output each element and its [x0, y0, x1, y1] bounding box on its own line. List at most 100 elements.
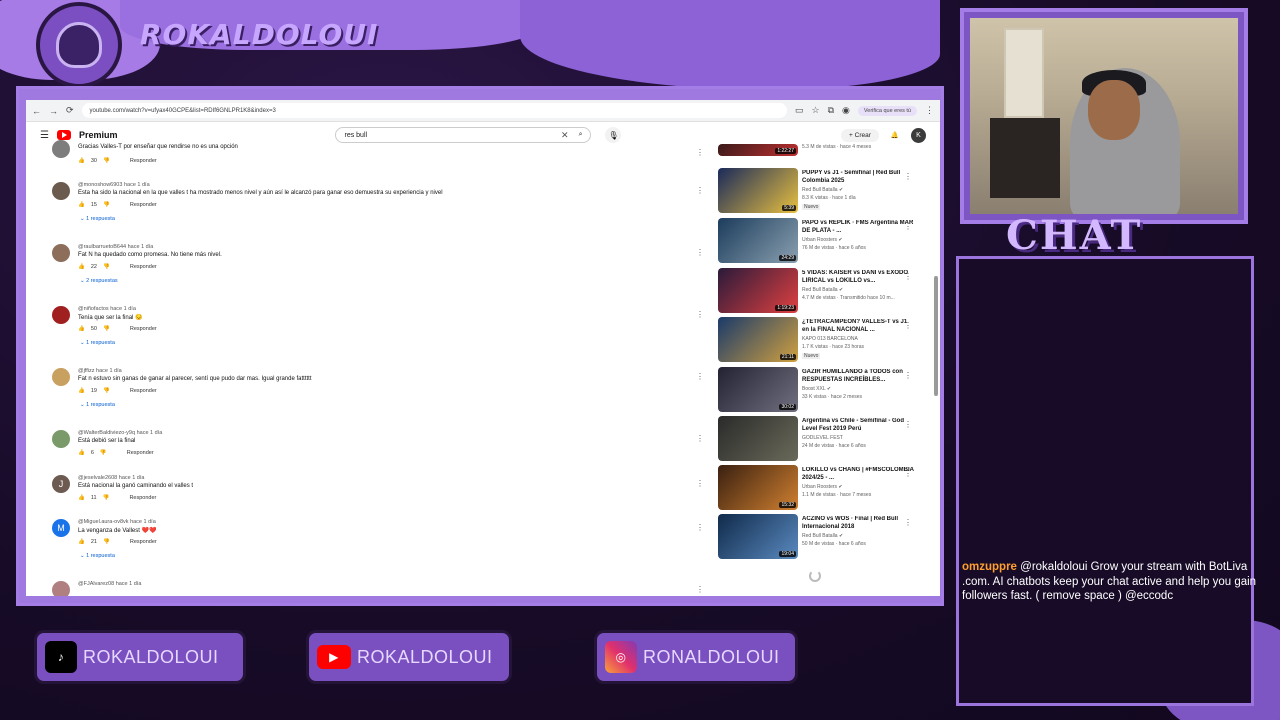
channel-name[interactable]: Red Bull Batalla ✔: [802, 533, 843, 539]
like-icon[interactable]: 👍: [78, 495, 85, 501]
video-more-icon[interactable]: ⋮: [904, 321, 912, 330]
reply-button[interactable]: Responder: [130, 264, 157, 270]
video-title[interactable]: 5 VIDAS: KAISER vs DANI vs EXODO LIRICAL…: [802, 270, 914, 285]
comment-author[interactable]: @WalterBaldiviezo-y9q hace 1 día: [78, 430, 162, 436]
menu-icon[interactable]: ☰: [40, 130, 49, 141]
back-icon[interactable]: ←: [32, 106, 41, 116]
video-thumbnail[interactable]: 19:04: [718, 514, 798, 559]
like-icon[interactable]: 👍: [78, 202, 85, 208]
account-avatar[interactable]: K: [911, 127, 926, 143]
channel-name[interactable]: GODLEVEL FEST: [802, 435, 843, 441]
avatar[interactable]: [52, 244, 70, 262]
like-icon[interactable]: 👍: [78, 450, 85, 456]
channel-name[interactable]: Red Bull Batalla ✔: [802, 287, 843, 293]
video-thumbnail[interactable]: 5:39: [718, 168, 798, 213]
dislike-icon[interactable]: 👎: [103, 264, 110, 270]
video-more-icon[interactable]: ⋮: [904, 469, 912, 478]
verify-badge[interactable]: Verifica que eres tú: [857, 105, 917, 116]
recommended-video[interactable]: 24:29 PAPO vs REPLIK · FMS Argentina MAR …: [718, 218, 928, 264]
video-more-icon[interactable]: ⋮: [904, 518, 912, 527]
comment-more-icon[interactable]: ⋮: [696, 372, 704, 381]
view-replies-button[interactable]: ⌄ 2 respuestas: [80, 278, 118, 284]
channel-name[interactable]: Red Bull Batalla ✔: [802, 187, 843, 193]
recommended-video[interactable]: 1:22:27 5.3 M de vistas · hace 4 meses: [718, 144, 928, 158]
cast-icon[interactable]: ▭: [795, 105, 804, 116]
view-replies-button[interactable]: ⌄ 1 respuesta: [80, 340, 115, 346]
video-title[interactable]: LOKILLO vs CHANG | #FMSCOLOMBIA 2024/25 …: [802, 467, 914, 482]
dislike-icon[interactable]: 👎: [103, 158, 110, 164]
video-title[interactable]: GAZIR HUMILLANDO a TODOS con RESPUESTAS …: [802, 369, 914, 384]
comment-more-icon[interactable]: ⋮: [696, 248, 704, 257]
reload-icon[interactable]: ⟳: [66, 105, 74, 116]
comment-more-icon[interactable]: ⋮: [696, 585, 704, 594]
recommended-video[interactable]: 21:11 ¿TETRACAMPEÓN? VALLES-T vs J1 en la…: [718, 317, 928, 363]
dislike-icon[interactable]: 👎: [103, 388, 110, 394]
comment-author[interactable]: @niñofactos hace 1 día: [78, 306, 136, 312]
view-replies-button[interactable]: ⌄ 1 respuesta: [80, 216, 115, 222]
reply-button[interactable]: Responder: [130, 539, 157, 545]
video-more-icon[interactable]: ⋮: [904, 222, 912, 231]
extensions-icon[interactable]: ⧉: [828, 105, 834, 116]
reply-button[interactable]: Responder: [129, 495, 156, 501]
comment-author[interactable]: @FJAlvarez08 hace 1 día: [78, 581, 141, 587]
video-thumbnail[interactable]: 30:02: [718, 367, 798, 412]
comment-more-icon[interactable]: ⋮: [696, 434, 704, 443]
like-icon[interactable]: 👍: [78, 388, 85, 394]
video-thumbnail[interactable]: 15:32: [718, 465, 798, 510]
reply-button[interactable]: Responder: [127, 450, 154, 456]
dislike-icon[interactable]: 👎: [103, 202, 110, 208]
youtube-premium-label[interactable]: Premium: [79, 130, 118, 140]
comment-more-icon[interactable]: ⋮: [696, 186, 704, 195]
recommended-video[interactable]: Argentina vs Chile - Semifinal - God Lev…: [718, 416, 928, 462]
comment-author[interactable]: @raulbarruetoB644 hace 1 día: [78, 244, 153, 250]
recommended-video[interactable]: 15:32 LOKILLO vs CHANG | #FMSCOLOMBIA 202…: [718, 465, 928, 511]
forward-icon[interactable]: →: [49, 106, 58, 116]
like-icon[interactable]: 👍: [78, 326, 85, 332]
video-thumbnail[interactable]: 21:11: [718, 317, 798, 362]
recommended-video[interactable]: 1:19:23 5 VIDAS: KAISER vs DANI vs EXODO …: [718, 268, 928, 314]
like-icon[interactable]: 👍: [78, 158, 85, 164]
like-icon[interactable]: 👍: [78, 539, 85, 545]
youtube-logo-icon[interactable]: [56, 130, 71, 140]
video-thumbnail[interactable]: 1:19:23: [718, 268, 798, 313]
mic-icon[interactable]: 🎙: [605, 127, 622, 143]
video-more-icon[interactable]: ⋮: [904, 420, 912, 429]
comment-author[interactable]: @jeselvale2608 hace 1 día: [78, 475, 144, 481]
recommended-video[interactable]: 5:39 PUPPY vs J1 - Semifinal | Red Bull C…: [718, 168, 928, 214]
comment-author[interactable]: @jffizz hace 1 día: [78, 368, 122, 374]
avatar[interactable]: [52, 581, 70, 596]
dislike-icon[interactable]: 👎: [103, 539, 110, 545]
create-button[interactable]: + Crear: [841, 128, 879, 142]
reply-button[interactable]: Responder: [130, 158, 157, 164]
browser-menu-icon[interactable]: ⋮: [925, 105, 934, 116]
channel-name[interactable]: KAPO 013 BARCELONA: [802, 336, 858, 342]
avatar[interactable]: J: [52, 475, 70, 493]
video-title[interactable]: Argentina vs Chile - Semifinal - God Lev…: [802, 418, 914, 433]
channel-name[interactable]: Urban Roosters ✔: [802, 237, 843, 243]
video-thumbnail[interactable]: 1:22:27: [718, 144, 798, 156]
bookmark-star-icon[interactable]: ☆: [812, 105, 820, 116]
avatar[interactable]: M: [52, 519, 70, 537]
channel-name[interactable]: Urban Roosters ✔: [802, 484, 843, 490]
avatar[interactable]: [52, 140, 70, 158]
video-thumbnail[interactable]: [718, 416, 798, 461]
recommended-video[interactable]: 19:04 ACZINO vs WOS · Final | Red Bull In…: [718, 514, 928, 560]
recommended-video[interactable]: 30:02 GAZIR HUMILLANDO a TODOS con RESPUE…: [718, 367, 928, 413]
video-more-icon[interactable]: ⋮: [904, 272, 912, 281]
reply-button[interactable]: Responder: [130, 388, 157, 394]
like-icon[interactable]: 👍: [78, 264, 85, 270]
url-field[interactable]: youtube.com/watch?v=ufyax40GCPE&list=RDI…: [81, 103, 788, 118]
search-icon[interactable]: ⌕: [579, 131, 583, 139]
video-title[interactable]: ¿TETRACAMPEÓN? VALLES-T vs J1 en la FINA…: [802, 319, 914, 334]
notifications-bell-icon[interactable]: 🔔: [891, 131, 899, 139]
comment-more-icon[interactable]: ⋮: [696, 148, 704, 157]
comment-more-icon[interactable]: ⋮: [696, 310, 704, 319]
dislike-icon[interactable]: 👎: [100, 450, 107, 456]
comment-author[interactable]: @monoshow6903 hace 1 día: [78, 182, 150, 188]
page-scrollbar[interactable]: [934, 276, 938, 396]
profile-icon[interactable]: ◉: [842, 105, 850, 116]
video-title[interactable]: PUPPY vs J1 - Semifinal | Red Bull Colom…: [802, 170, 914, 185]
comment-more-icon[interactable]: ⋮: [696, 523, 704, 532]
view-replies-button[interactable]: ⌄ 1 respuesta: [80, 402, 115, 408]
video-more-icon[interactable]: ⋮: [904, 172, 912, 181]
